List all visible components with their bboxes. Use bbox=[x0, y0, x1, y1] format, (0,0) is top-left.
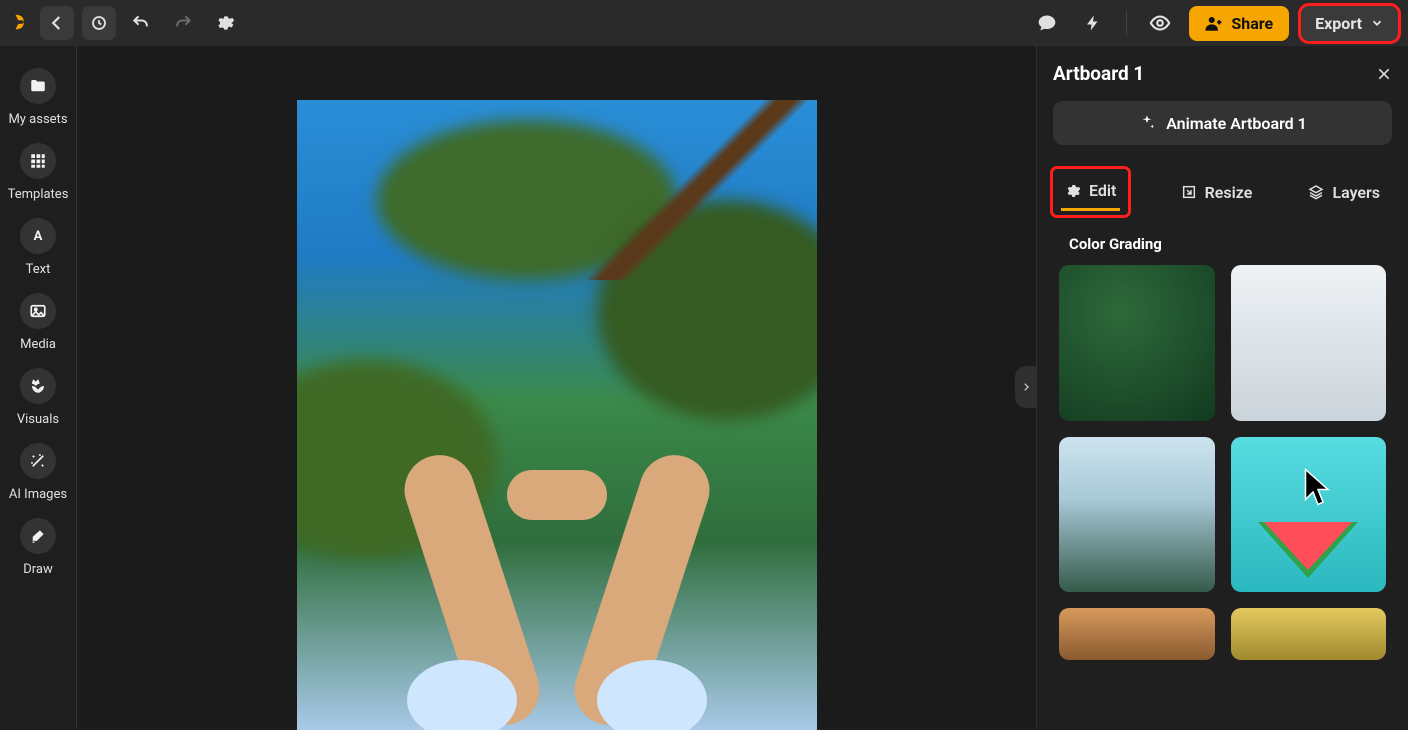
brush-icon bbox=[20, 518, 56, 554]
wand-icon bbox=[20, 443, 56, 479]
color-grade-preset-4[interactable] bbox=[1231, 437, 1387, 593]
panel-collapse-toggle[interactable] bbox=[1015, 366, 1037, 408]
color-grade-preset-1[interactable] bbox=[1059, 265, 1215, 421]
preview-button[interactable] bbox=[1143, 6, 1177, 40]
image-icon bbox=[20, 293, 56, 329]
sidebar-item-ai-images[interactable]: AI Images bbox=[0, 443, 76, 502]
share-label: Share bbox=[1231, 14, 1273, 33]
layers-icon bbox=[1308, 184, 1324, 200]
color-grade-preset-5[interactable] bbox=[1059, 608, 1215, 660]
app-logo-icon bbox=[10, 12, 32, 34]
tab-resize-label: Resize bbox=[1205, 183, 1253, 202]
canvas-area[interactable] bbox=[77, 46, 1036, 728]
color-grade-preset-3[interactable] bbox=[1059, 437, 1215, 593]
grid-icon bbox=[20, 143, 56, 179]
sidebar-item-templates[interactable]: Templates bbox=[0, 143, 76, 202]
panel-header: Artboard 1 bbox=[1047, 62, 1398, 101]
sidebar-label: Visuals bbox=[17, 412, 59, 427]
artboard-image[interactable] bbox=[297, 100, 817, 730]
sidebar-item-media[interactable]: Media bbox=[0, 293, 76, 352]
chevron-down-icon bbox=[1370, 16, 1384, 30]
sidebar-label: Media bbox=[20, 337, 56, 352]
user-plus-icon bbox=[1205, 14, 1223, 32]
topbar-right: Share Export bbox=[1030, 6, 1398, 41]
tab-edit[interactable]: Edit bbox=[1061, 173, 1120, 211]
topbar-divider bbox=[1126, 11, 1127, 35]
share-button[interactable]: Share bbox=[1189, 6, 1289, 41]
comment-button[interactable] bbox=[1030, 6, 1064, 40]
sidebar-item-draw[interactable]: Draw bbox=[0, 518, 76, 577]
right-panel: Artboard 1 Animate Artboard 1 Edit Resiz… bbox=[1036, 46, 1408, 728]
sparkle-icon bbox=[1138, 114, 1156, 132]
panel-title: Artboard 1 bbox=[1053, 62, 1144, 85]
history-button[interactable] bbox=[82, 6, 116, 40]
edit-tab-highlight: Edit bbox=[1053, 169, 1128, 215]
color-grade-preset-2[interactable] bbox=[1231, 265, 1387, 421]
animate-artboard-button[interactable]: Animate Artboard 1 bbox=[1053, 101, 1392, 145]
watermelon-graphic bbox=[1258, 522, 1358, 578]
bolt-button[interactable] bbox=[1076, 6, 1110, 40]
tab-edit-label: Edit bbox=[1089, 181, 1116, 200]
export-button[interactable]: Export bbox=[1301, 6, 1398, 41]
sidebar-item-my-assets[interactable]: My assets bbox=[0, 68, 76, 127]
undo-button[interactable] bbox=[124, 6, 158, 40]
topbar-left bbox=[10, 6, 242, 40]
color-grading-grid bbox=[1047, 265, 1398, 672]
top-bar: Share Export bbox=[0, 0, 1408, 46]
folder-icon bbox=[20, 68, 56, 104]
resize-icon bbox=[1181, 184, 1197, 200]
redo-button[interactable] bbox=[166, 6, 200, 40]
close-panel-button[interactable] bbox=[1376, 66, 1392, 82]
sidebar-item-visuals[interactable]: Visuals bbox=[0, 368, 76, 427]
tab-resize[interactable]: Resize bbox=[1177, 175, 1257, 210]
section-title-color-grading: Color Grading bbox=[1047, 215, 1398, 265]
panel-tabs: Edit Resize Layers bbox=[1047, 163, 1398, 215]
gear-icon bbox=[1065, 183, 1081, 199]
settings-button[interactable] bbox=[208, 6, 242, 40]
sidebar-item-text[interactable]: A Text bbox=[0, 218, 76, 277]
back-button[interactable] bbox=[40, 6, 74, 40]
color-grade-preset-6[interactable] bbox=[1231, 608, 1387, 660]
text-icon: A bbox=[20, 218, 56, 254]
sidebar-label: Text bbox=[26, 262, 51, 277]
tab-layers[interactable]: Layers bbox=[1304, 175, 1384, 210]
spa-icon bbox=[20, 368, 56, 404]
sidebar-label: My assets bbox=[8, 112, 67, 127]
sidebar-label: Draw bbox=[23, 562, 53, 577]
cursor-icon bbox=[1303, 467, 1333, 507]
export-label: Export bbox=[1315, 14, 1362, 33]
sidebar-label: AI Images bbox=[9, 487, 67, 502]
tab-layers-label: Layers bbox=[1332, 183, 1380, 202]
left-toolbar: My assets Templates A Text Media Visuals… bbox=[0, 46, 77, 728]
animate-label: Animate Artboard 1 bbox=[1166, 114, 1307, 133]
sidebar-label: Templates bbox=[8, 187, 69, 202]
